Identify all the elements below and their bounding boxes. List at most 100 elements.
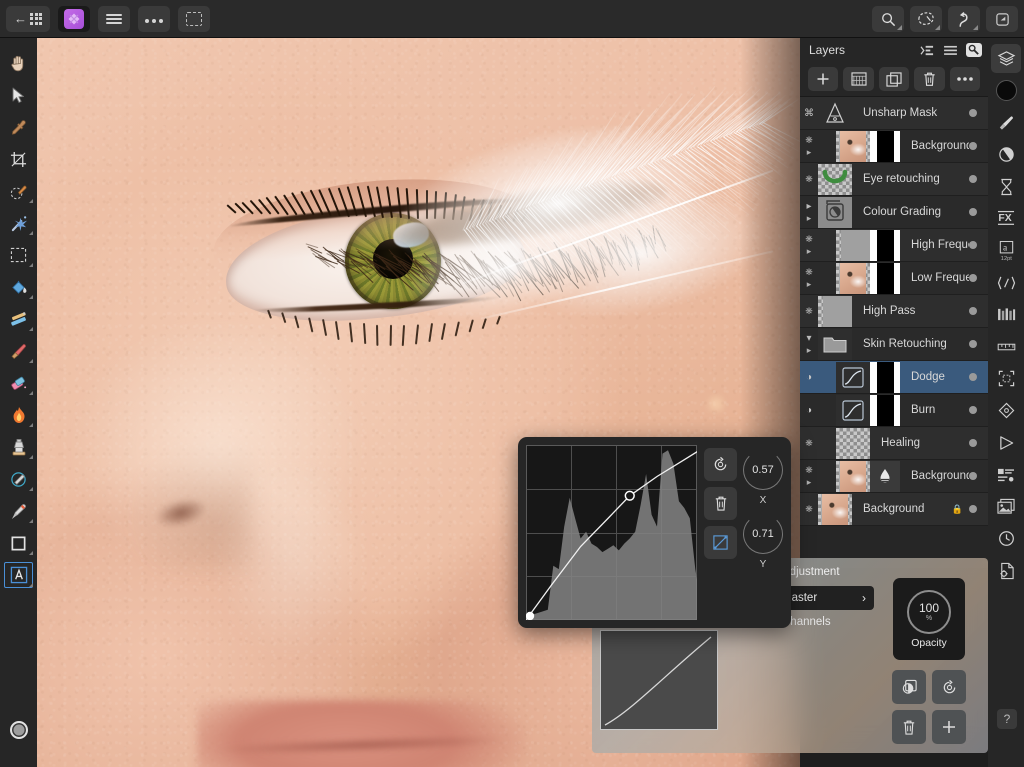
layer-thumbnail[interactable] xyxy=(836,263,870,294)
layer-row[interactable]: ❋▸ Background xyxy=(800,130,988,163)
add-layer-button[interactable] xyxy=(808,67,838,91)
layer-gutter[interactable]: ❋ xyxy=(800,493,818,525)
paragraph-studio[interactable] xyxy=(991,268,1021,297)
layer-gutter[interactable]: ◑ xyxy=(800,394,818,426)
paint-brush-tool[interactable] xyxy=(2,336,35,366)
layer-thumbnail[interactable] xyxy=(836,131,870,162)
curves-graph[interactable] xyxy=(526,445,697,620)
layer-row[interactable]: ▸▸ Colour Grading xyxy=(800,196,988,229)
layers-list[interactable]: ⌘Unsharp Mask❋▸Background❋Eye retouching… xyxy=(800,96,988,568)
layer-gutter[interactable]: ❋▸ xyxy=(800,130,818,162)
help-button[interactable]: ? xyxy=(997,709,1017,729)
adjustments-studio[interactable] xyxy=(991,140,1021,169)
clone-brush-tool[interactable] xyxy=(2,432,35,462)
disclosure-chevron-down-icon[interactable]: ▾ xyxy=(806,333,811,344)
delete-node-button[interactable] xyxy=(704,487,737,520)
more-options-button[interactable] xyxy=(950,67,980,91)
layer-thumbnail[interactable] xyxy=(836,461,870,492)
opacity-control[interactable]: 100 % Opacity xyxy=(893,578,965,660)
layer-gutter[interactable]: ◑ xyxy=(800,361,818,393)
document-settings-studio[interactable] xyxy=(991,556,1021,585)
menu-button[interactable] xyxy=(98,6,130,32)
pin-search-icon[interactable] xyxy=(966,43,982,57)
layer-name[interactable]: Background xyxy=(852,503,952,515)
layer-gutter[interactable]: ❋▸ xyxy=(800,460,818,492)
move-tool[interactable] xyxy=(2,80,35,110)
curves-popover[interactable]: 0.57 X 0.71 Y xyxy=(518,437,791,628)
layer-name[interactable]: Background xyxy=(900,140,969,152)
layer-thumbnail[interactable] xyxy=(818,494,852,525)
colour-studio[interactable] xyxy=(991,76,1021,105)
layer-row[interactable]: ❋▸Low Frequency xyxy=(800,262,988,295)
curves-plot[interactable] xyxy=(526,445,697,620)
layer-thumbnail[interactable] xyxy=(836,362,870,393)
layer-name[interactable]: Colour Grading xyxy=(852,206,969,218)
crop-tool[interactable] xyxy=(2,144,35,174)
history-studio[interactable] xyxy=(991,172,1021,201)
hamburger-icon[interactable] xyxy=(943,45,958,56)
adjustment-dot-icon[interactable]: ◑ xyxy=(806,405,812,416)
flood-fill-tool[interactable] xyxy=(2,272,35,302)
zoom-tool-button[interactable] xyxy=(872,6,904,32)
disclosure-chevron-right-icon[interactable]: ▸ xyxy=(806,201,811,212)
reset-curve-button[interactable] xyxy=(704,448,737,481)
layer-row[interactable]: ❋▸High Frequency xyxy=(800,229,988,262)
app-logo-button[interactable] xyxy=(58,6,90,32)
layer-visibility-toggle[interactable] xyxy=(969,406,977,414)
layer-gutter[interactable]: ▸▸ xyxy=(800,196,818,228)
layer-visibility-toggle[interactable] xyxy=(969,241,977,249)
flood-select-tool[interactable] xyxy=(2,208,35,238)
undo-button[interactable] xyxy=(948,6,980,32)
effects-studio[interactable]: FX xyxy=(991,204,1021,233)
layer-name[interactable]: High Pass xyxy=(852,305,969,317)
navigator-studio[interactable] xyxy=(991,396,1021,425)
layer-row[interactable]: ❋Background🔒 xyxy=(800,493,988,526)
layer-visibility-toggle[interactable] xyxy=(969,373,977,381)
disclosure-chevron-right-icon[interactable]: ▸ xyxy=(807,147,812,158)
blend-options-button[interactable] xyxy=(892,670,926,704)
layer-row[interactable]: ◑Burn xyxy=(800,394,988,427)
layer-visibility-toggle[interactable] xyxy=(969,175,977,183)
layer-name[interactable]: Low Frequency xyxy=(900,272,969,284)
curve-preview[interactable] xyxy=(600,630,718,730)
disclosure-chevron-right-icon[interactable]: ▸ xyxy=(807,345,812,356)
layer-gutter[interactable]: ⌘ xyxy=(800,97,818,129)
layer-visibility-toggle[interactable] xyxy=(969,439,977,447)
shape-tool[interactable] xyxy=(2,528,35,558)
list-indent-icon[interactable] xyxy=(920,44,935,57)
gradient-tool[interactable] xyxy=(2,304,35,334)
layer-row[interactable]: ❋High Pass xyxy=(800,295,988,328)
documents-button[interactable]: ← xyxy=(6,6,50,32)
fullscreen-button[interactable] xyxy=(986,6,1018,32)
disclosure-chevron-right-icon[interactable]: ▸ xyxy=(807,246,812,257)
layer-visibility-toggle[interactable] xyxy=(969,340,977,348)
colour-picker-tool[interactable] xyxy=(2,112,35,142)
duplicate-layer-button[interactable] xyxy=(879,67,909,91)
layer-visibility-toggle[interactable] xyxy=(969,142,977,150)
hand-tool[interactable] xyxy=(2,48,35,78)
disclosure-chevron-right-icon[interactable]: ▸ xyxy=(807,279,812,290)
adjustment-dot-icon[interactable]: ◑ xyxy=(806,372,812,383)
selection-brush-tool[interactable] xyxy=(2,176,35,206)
layer-visibility-toggle[interactable] xyxy=(969,505,977,513)
layer-mask-thumbnail[interactable] xyxy=(870,263,900,294)
layer-mask-thumbnail[interactable] xyxy=(870,362,900,393)
layer-gutter[interactable]: ❋ xyxy=(800,427,818,459)
opacity-dial[interactable]: 100 % xyxy=(907,590,951,634)
layer-row[interactable]: ❋▸ Background xyxy=(800,460,988,493)
macro-studio[interactable] xyxy=(991,428,1021,457)
selection-brush-button[interactable] xyxy=(910,6,942,32)
layer-row[interactable]: ▾▸Skin Retouching xyxy=(800,328,988,361)
layer-name[interactable]: Healing xyxy=(870,437,969,449)
disclosure-chevron-right-icon[interactable]: ▸ xyxy=(807,213,812,224)
layer-gutter[interactable]: ❋▸ xyxy=(800,229,818,261)
layer-name[interactable]: Background xyxy=(900,470,969,482)
snapshot-studio[interactable] xyxy=(991,524,1021,553)
layer-thumbnail[interactable] xyxy=(836,395,870,426)
smudge-brush-tool[interactable] xyxy=(2,464,35,494)
layer-visibility-toggle[interactable] xyxy=(969,472,977,480)
layers-studio[interactable] xyxy=(991,44,1021,73)
layer-row[interactable]: ❋ Healing xyxy=(800,427,988,460)
text-tool[interactable] xyxy=(2,560,35,590)
layer-thumbnail[interactable] xyxy=(836,428,870,459)
